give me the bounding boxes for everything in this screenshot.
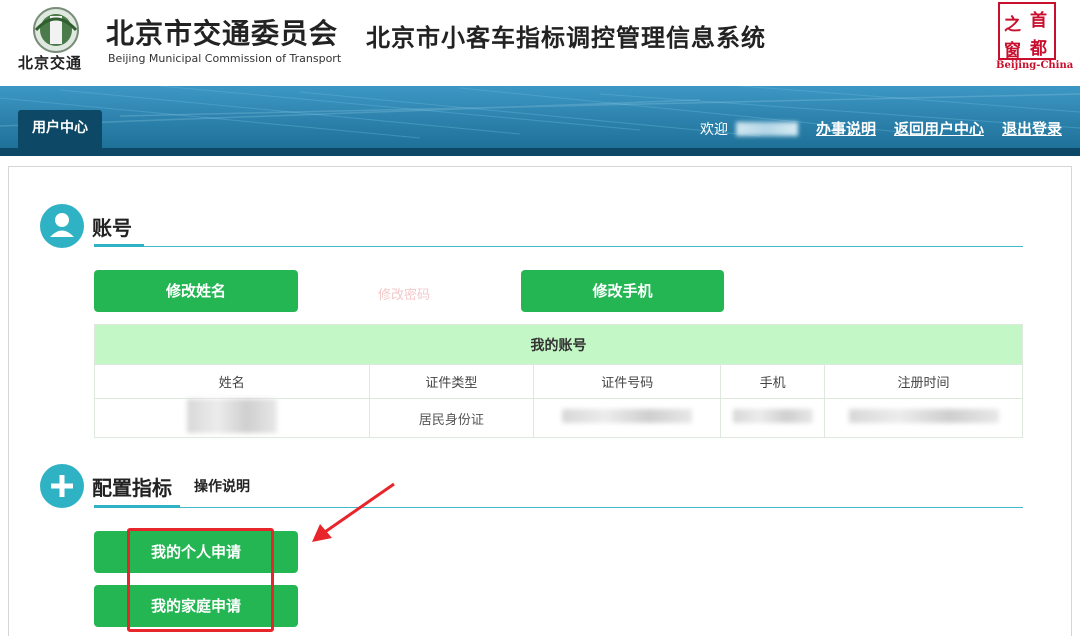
- capital-window-badge-icon: 之 首 窗 都: [998, 2, 1056, 61]
- system-title: 北京市小客车指标调控管理信息系统: [366, 24, 766, 52]
- welcome-message: 欢迎: [700, 119, 798, 139]
- org-name-cn: 北京市交通委员会: [106, 17, 339, 50]
- welcome-label: 欢迎: [699, 121, 728, 138]
- badge-char: 都: [1030, 39, 1047, 59]
- table-row: 居民身份证: [94, 398, 1023, 438]
- blurred-registered-time: [848, 409, 999, 423]
- account-table-caption: 我的账号: [94, 324, 1023, 365]
- cell-registered-time: [824, 398, 1023, 438]
- cell-id-type: 居民身份证: [368, 398, 535, 438]
- column-header-phone: 手机: [720, 364, 826, 399]
- account-section-rule: [94, 246, 1023, 247]
- back-to-user-center-link[interactable]: 返回用户中心: [894, 118, 984, 139]
- logo-text: 北京交通: [18, 54, 83, 72]
- quota-section-title: 配置指标: [92, 475, 172, 500]
- tab-user-center[interactable]: 用户中心: [18, 110, 102, 148]
- column-header-id-type: 证件类型: [368, 364, 535, 399]
- column-header-id-number: 证件号码: [533, 364, 722, 399]
- plus-icon: [40, 464, 84, 508]
- cell-name: [94, 398, 370, 438]
- account-section-underline: [94, 244, 144, 247]
- highlight-box: [127, 528, 274, 632]
- badge-char: 窗: [1004, 41, 1021, 61]
- column-header-registered-time: 注册时间: [824, 364, 1023, 399]
- blurred-phone: [732, 409, 813, 423]
- nav-banner: 用户中心 欢迎 办事说明 返回用户中心 退出登录: [0, 86, 1080, 156]
- edit-phone-button[interactable]: 修改手机: [521, 270, 724, 312]
- cell-id-number: [533, 398, 722, 438]
- blurred-id-number: [562, 409, 693, 423]
- blurred-name: [186, 399, 277, 433]
- red-arrow-icon: [312, 482, 395, 542]
- quota-section-underline: [94, 505, 180, 508]
- blurred-username: [735, 121, 798, 136]
- edit-name-button[interactable]: 修改姓名: [94, 270, 298, 312]
- badge-caption: Beijing-China: [996, 60, 1074, 71]
- account-section-title: 账号: [92, 215, 132, 240]
- help-link[interactable]: 办事说明: [816, 118, 876, 139]
- badge-char: 首: [1030, 11, 1047, 31]
- account-table: 我的账号 姓名 证件类型 证件号码 手机 注册时间 居民身份证: [94, 324, 1023, 438]
- instructions-link[interactable]: 操作说明: [194, 476, 250, 496]
- logout-link[interactable]: 退出登录: [1002, 118, 1062, 139]
- account-section-header: 账号: [40, 204, 132, 248]
- edit-password-link[interactable]: 修改密码: [378, 284, 430, 303]
- quota-section-header: 配置指标 操作说明: [40, 464, 250, 508]
- badge-char: 之: [1004, 15, 1021, 35]
- user-icon: [40, 204, 84, 248]
- org-name-en: Beijing Municipal Commission of Transpor…: [108, 52, 342, 65]
- column-header-name: 姓名: [94, 364, 370, 399]
- cell-phone: [720, 398, 826, 438]
- top-nav: 欢迎 办事说明 返回用户中心 退出登录: [700, 118, 1062, 139]
- site-header: 北京交通 北京市交通委员会 Beijing Municipal Commissi…: [0, 0, 1080, 86]
- quota-section-rule: [94, 507, 1023, 508]
- banner-underline: [0, 148, 1080, 156]
